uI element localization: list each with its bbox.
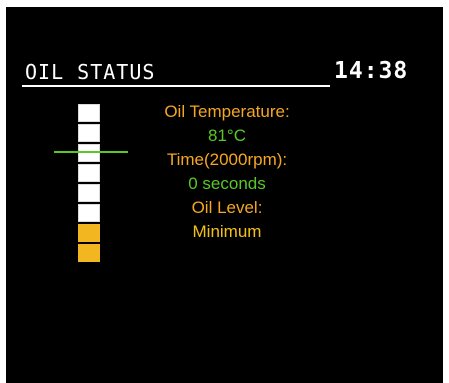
gauge-segment [78,204,100,222]
gauge-segment [78,164,100,182]
gauge-segment [78,124,100,142]
gauge-segment [78,104,100,122]
page-title: OIL STATUS [25,60,156,84]
oil-info-panel: Oil Temperature: 81°C Time(2000rpm): 0 s… [142,100,312,244]
clock-time: 14:38 [334,58,409,84]
gauge-segment-filled [78,224,100,242]
time-label: Time(2000rpm): [166,150,288,169]
oil-temperature-label: Oil Temperature: [164,102,290,121]
gauge-segment [78,184,100,202]
oil-level-value: Minimum [192,222,262,241]
oil-temperature-value: 81°C [208,126,246,145]
time-value: 0 seconds [188,174,266,193]
gauge-segment-filled [78,244,100,262]
title-divider [22,85,330,87]
oil-level-gauge [78,104,104,262]
temperature-marker [54,151,128,153]
oil-level-label: Oil Level: [191,198,263,217]
gauge-segment [78,144,100,162]
